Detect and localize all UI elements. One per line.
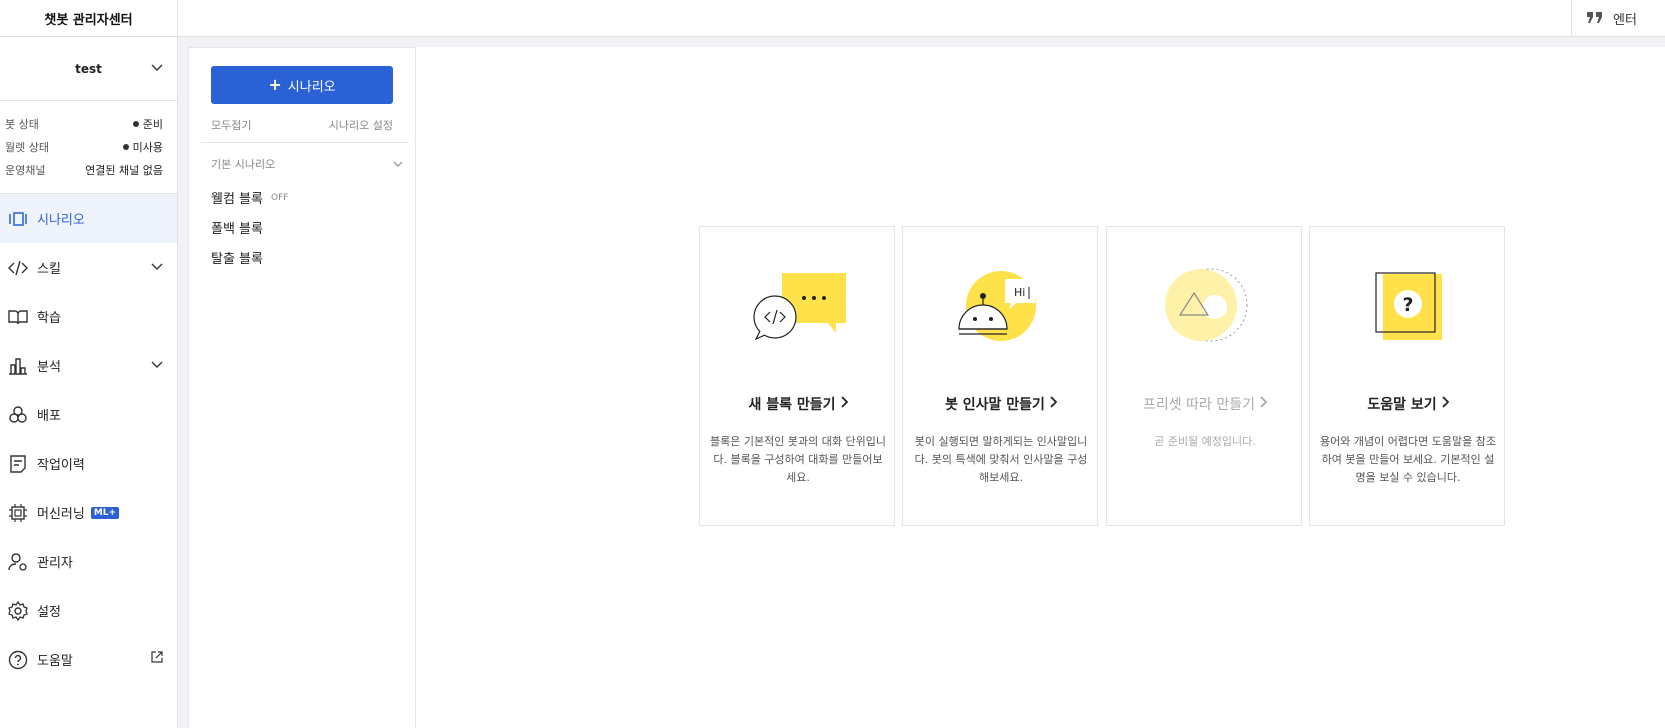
nav-item-analysis[interactable]: 분석 bbox=[0, 341, 177, 390]
status-label: 운영채널 bbox=[5, 164, 46, 177]
status-dot-icon bbox=[122, 144, 129, 150]
external-link-icon bbox=[151, 651, 163, 667]
user-gear-icon bbox=[8, 552, 28, 572]
svg-text:?: ? bbox=[1402, 294, 1413, 316]
card-description: 용어와 개념이 어렵다면 도움말을 참조하여 봇을 만들어 보세요. 기본적인 … bbox=[1320, 435, 1496, 484]
chevron-down-icon bbox=[151, 260, 163, 275]
help-card[interactable]: ? 도움말 보기 용어와 개념이 어렵다면 도움말을 참조하여 봇을 만들어 보… bbox=[1309, 226, 1505, 526]
new-block-illustration bbox=[700, 267, 896, 347]
block-item-fallback[interactable]: 폴백 블록 bbox=[211, 218, 263, 237]
channel-status-row: 운영채널 연결된 채널 없음 bbox=[5, 159, 163, 182]
scenario-panel: + 시나리오 모두접기 시나리오 설정 기본 시나리오 웰컴 블록 OFF 폴백… bbox=[188, 47, 416, 728]
bot-name: test bbox=[75, 61, 102, 76]
add-scenario-button[interactable]: + 시나리오 bbox=[211, 66, 393, 104]
nav-label: 머신러닝 bbox=[37, 507, 85, 522]
card-description: 봇이 실행되면 말하게되는 인사말입니다. 봇의 특색에 맞춰서 인사말을 구성… bbox=[914, 435, 1088, 484]
scenario-actions: 모두접기 시나리오 설정 bbox=[211, 117, 393, 133]
document-icon bbox=[8, 454, 28, 474]
block-label: 폴백 블록 bbox=[211, 222, 263, 237]
scenario-icon bbox=[8, 209, 28, 229]
divider bbox=[201, 142, 409, 143]
bot-selector[interactable]: test bbox=[0, 37, 177, 100]
nav-item-settings[interactable]: 설정 bbox=[0, 586, 177, 635]
preset-illustration bbox=[1107, 267, 1303, 347]
new-block-card[interactable]: 새 블록 만들기 블록은 기본적인 봇과의 대화 단위입니다. 블록을 구성하여… bbox=[699, 226, 895, 526]
wallet-status-row: 월렛 상태 미사용 bbox=[5, 136, 163, 159]
header-right[interactable]: 엔터 bbox=[1571, 0, 1637, 37]
nav-label: 시나리오 bbox=[37, 213, 85, 228]
nav-label: 분석 bbox=[37, 360, 61, 375]
nav-item-history[interactable]: 작업이력 bbox=[0, 439, 177, 488]
chip-icon bbox=[8, 503, 28, 523]
collapse-all-link[interactable]: 모두접기 bbox=[211, 117, 251, 133]
status-value: 연결된 채널 없음 bbox=[85, 164, 163, 177]
ml-plus-badge: ML+ bbox=[90, 506, 120, 519]
nav-label: 작업이력 bbox=[37, 458, 85, 473]
scenario-settings-link[interactable]: 시나리오 설정 bbox=[329, 117, 393, 133]
quote-icon bbox=[1587, 10, 1603, 28]
scenario-group-label: 기본 시나리오 bbox=[211, 158, 276, 171]
chevron-down-icon bbox=[151, 61, 163, 75]
nav-label: 설정 bbox=[37, 605, 61, 620]
card-title: 도움말 보기 bbox=[1310, 394, 1506, 414]
off-badge: OFF bbox=[270, 192, 289, 203]
nav-label: 배포 bbox=[37, 409, 61, 424]
chevron-right-icon bbox=[1441, 396, 1449, 412]
greeting-bubble-text: Hi bbox=[1014, 286, 1025, 299]
add-scenario-label: 시나리오 bbox=[287, 79, 336, 95]
main-content: 새 블록 만들기 블록은 기본적인 봇과의 대화 단위입니다. 블록을 구성하여… bbox=[416, 47, 1665, 728]
header-right-label: 엔터 bbox=[1613, 13, 1637, 28]
chevron-down-icon bbox=[393, 158, 403, 171]
plus-icon: + bbox=[268, 75, 282, 94]
chevron-right-icon bbox=[840, 396, 848, 412]
nav-item-scenario[interactable]: 시나리오 bbox=[0, 194, 177, 243]
top-header: 챗봇 관리자센터 엔터 bbox=[0, 0, 1665, 37]
nav-item-learning[interactable]: 학습 bbox=[0, 292, 177, 341]
nav-item-ml[interactable]: 머신러닝 ML+ bbox=[0, 488, 177, 537]
chevron-right-icon bbox=[1259, 396, 1268, 412]
code-icon bbox=[8, 258, 28, 278]
card-description: 블록은 기본적인 봇과의 대화 단위입니다. 블록을 구성하여 대화를 만들어보… bbox=[710, 435, 886, 484]
status-label: 봇 상태 bbox=[5, 118, 39, 131]
bot-greeting-illustration: Hi bbox=[903, 267, 1099, 347]
status-label: 월렛 상태 bbox=[5, 141, 49, 154]
help-illustration: ? bbox=[1310, 267, 1506, 347]
nav-label: 스킬 bbox=[37, 262, 61, 277]
nav-label: 관리자 bbox=[37, 556, 73, 571]
block-label: 웰컴 블록 bbox=[211, 192, 263, 207]
bar-chart-icon bbox=[8, 356, 28, 376]
nav-item-help[interactable]: 도움말 bbox=[0, 635, 177, 684]
preset-card: 프리셋 따라 만들기 곧 준비될 예정입니다. bbox=[1106, 226, 1302, 526]
nav-item-skill[interactable]: 스킬 bbox=[0, 243, 177, 292]
chevron-right-icon bbox=[1049, 396, 1058, 412]
deploy-icon bbox=[8, 405, 28, 425]
bot-greeting-card[interactable]: Hi 봇 인사말 만들기 봇이 실행되면 말하게되는 인사말입니다. 봇의 특색… bbox=[902, 226, 1098, 526]
status-value: 미사용 bbox=[122, 136, 163, 159]
scenario-group-header[interactable]: 기본 시나리오 bbox=[211, 156, 403, 172]
book-icon bbox=[8, 307, 28, 327]
card-title: 새 블록 만들기 bbox=[700, 394, 896, 414]
app-title[interactable]: 챗봇 관리자센터 bbox=[0, 0, 178, 37]
bot-status-panel: 봇 상태 준비 월렛 상태 미사용 운영채널 연결된 채널 없음 bbox=[0, 100, 177, 194]
nav-label: 학습 bbox=[37, 311, 61, 326]
nav-label: 도움말 bbox=[37, 654, 73, 669]
nav-item-deploy[interactable]: 배포 bbox=[0, 390, 177, 439]
block-item-exit[interactable]: 탈출 블록 bbox=[211, 248, 263, 267]
sidebar: test 봇 상태 준비 월렛 상태 미사용 운영채널 연결된 채널 없음 시나… bbox=[0, 37, 178, 728]
nav-item-admin[interactable]: 관리자 bbox=[0, 537, 177, 586]
card-description: 곧 준비될 예정입니다. bbox=[1154, 435, 1256, 448]
chevron-down-icon bbox=[151, 358, 163, 373]
block-item-welcome[interactable]: 웰컴 블록 OFF bbox=[211, 188, 288, 207]
status-dot-icon bbox=[132, 121, 139, 127]
card-title: 봇 인사말 만들기 bbox=[903, 394, 1099, 414]
card-title: 프리셋 따라 만들기 bbox=[1107, 394, 1303, 414]
status-value: 준비 bbox=[132, 113, 163, 136]
bot-status-row: 봇 상태 준비 bbox=[5, 113, 163, 136]
question-circle-icon bbox=[8, 650, 28, 670]
gear-icon bbox=[8, 600, 28, 621]
block-label: 탈출 블록 bbox=[211, 252, 263, 267]
